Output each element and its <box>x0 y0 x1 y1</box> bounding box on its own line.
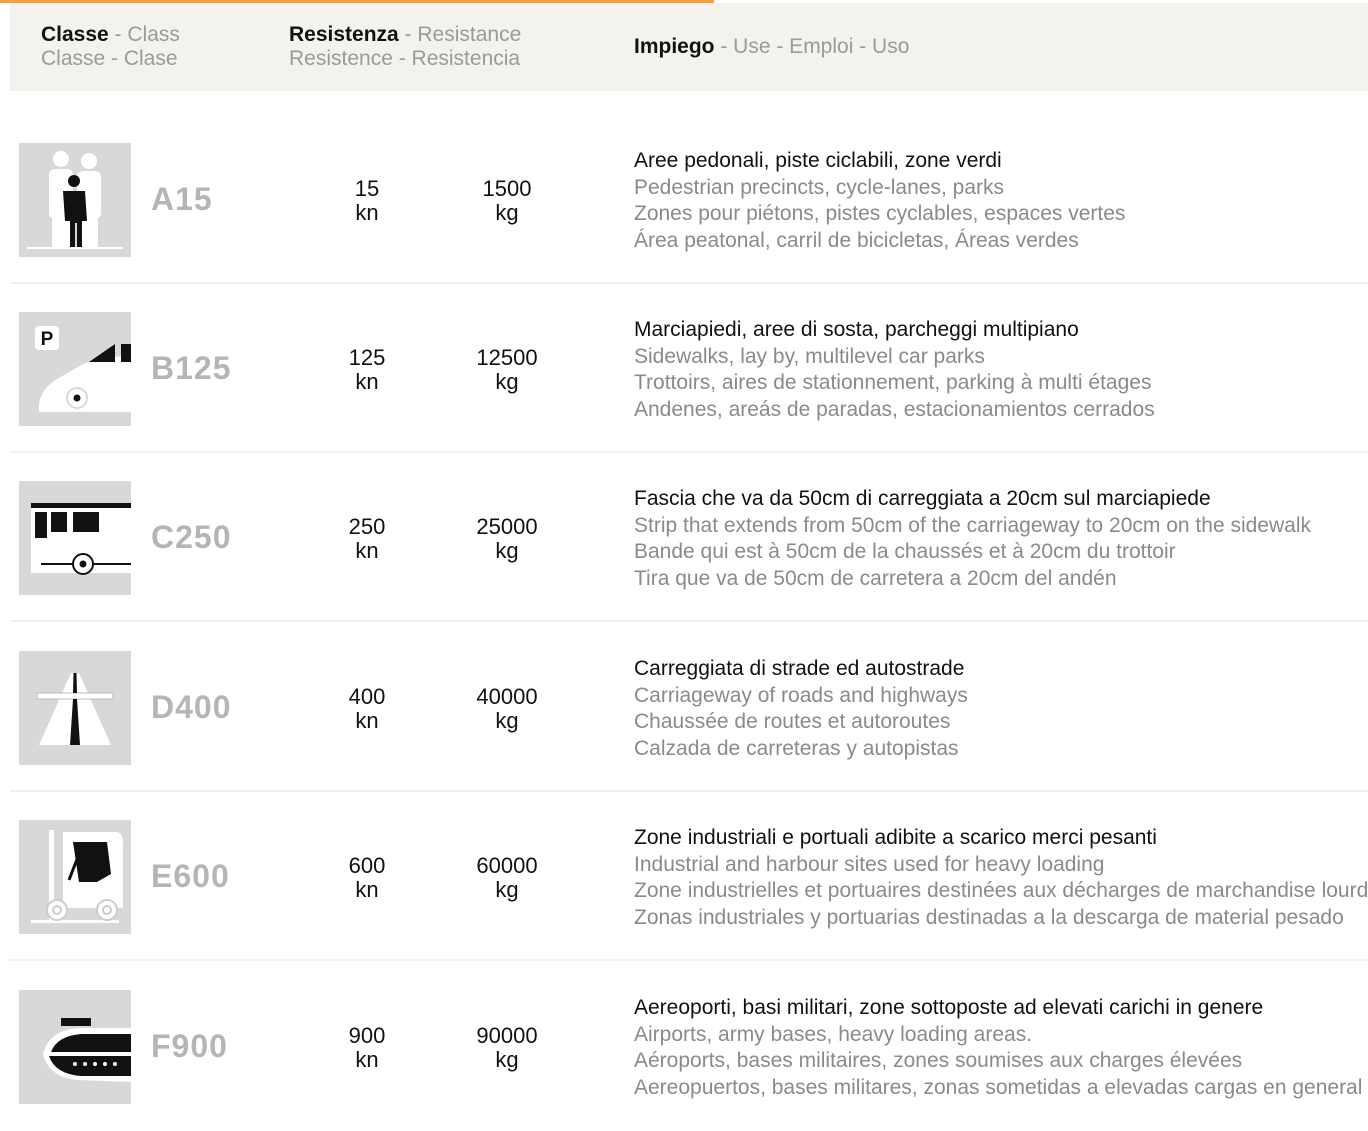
table-row: D400 400 kn 40000 kg Carreggiata di strade… <box>0 623 1368 792</box>
resistance-kg: 25000 kg <box>476 514 538 563</box>
class-code: A15 <box>151 181 213 217</box>
use-description: Aereoporti, basi militari, zone sottopos… <box>634 996 1363 1100</box>
resistance-kn: 400 kn <box>348 684 386 733</box>
resistance-kg: 40000 kg <box>476 684 538 733</box>
resistance-kn: 250 kn <box>348 514 386 563</box>
row-divider <box>10 620 1368 622</box>
use-description: Carreggiata di strade ed autostrade Carr… <box>634 657 968 761</box>
resistance-kn: 900 kn <box>348 1023 386 1072</box>
table-row: P B125 125 kn 12500 kg Marciapiedi, aree d… <box>0 284 1368 453</box>
resistance-kg: 1500 kg <box>482 176 532 225</box>
svg-text:P: P <box>41 329 54 350</box>
table-header: Classe - Class Classe - Clase Resistenza… <box>10 3 1368 91</box>
header-use: Impiego - Use - Emploi - Uso <box>634 35 910 58</box>
use-description: Marciapiedi, aree di sosta, parcheggi mu… <box>634 318 1155 422</box>
resistance-kn: 15 kn <box>354 176 380 225</box>
use-description: Aree pedonali, piste ciclabili, zone ver… <box>634 149 1126 253</box>
bus-icon <box>19 481 131 595</box>
resistance-kg: 12500 kg <box>476 345 538 394</box>
class-code: E600 <box>151 858 230 894</box>
class-code: F900 <box>151 1028 228 1064</box>
pedestrian-icon <box>19 143 131 257</box>
header-class: Classe - Class Classe - Clase <box>41 23 180 70</box>
use-description: Zone industriali e portuali adibite a sc… <box>634 826 1368 930</box>
resistance-kg: 60000 kg <box>476 853 538 902</box>
airplane-icon <box>19 990 131 1104</box>
table-row: F900 900 kn 90000 kg Aereoporti, basi mili… <box>0 962 1368 1131</box>
class-code: B125 <box>151 350 232 386</box>
parking-car-icon: P <box>19 312 131 426</box>
class-code: C250 <box>151 519 232 555</box>
use-description: Fascia che va da 50cm di carreggiata a 2… <box>634 487 1311 591</box>
table-row: A15 15 kn 1500 kg Aree pedonali, piste cic… <box>0 115 1368 284</box>
forklift-icon <box>19 820 131 934</box>
header-resistance: Resistenza - Resistance Resistence - Res… <box>289 23 522 70</box>
row-divider <box>10 959 1368 961</box>
highway-icon <box>19 651 131 765</box>
table-row: E600 600 kn 60000 kg Zone industriali e po… <box>0 792 1368 961</box>
class-code: D400 <box>151 689 232 725</box>
resistance-kn: 600 kn <box>348 853 386 902</box>
table-row: C250 250 kn 25000 kg Fascia che va da 50cm… <box>0 453 1368 622</box>
resistance-kg: 90000 kg <box>476 1023 538 1072</box>
resistance-kn: 125 kn <box>348 345 386 394</box>
